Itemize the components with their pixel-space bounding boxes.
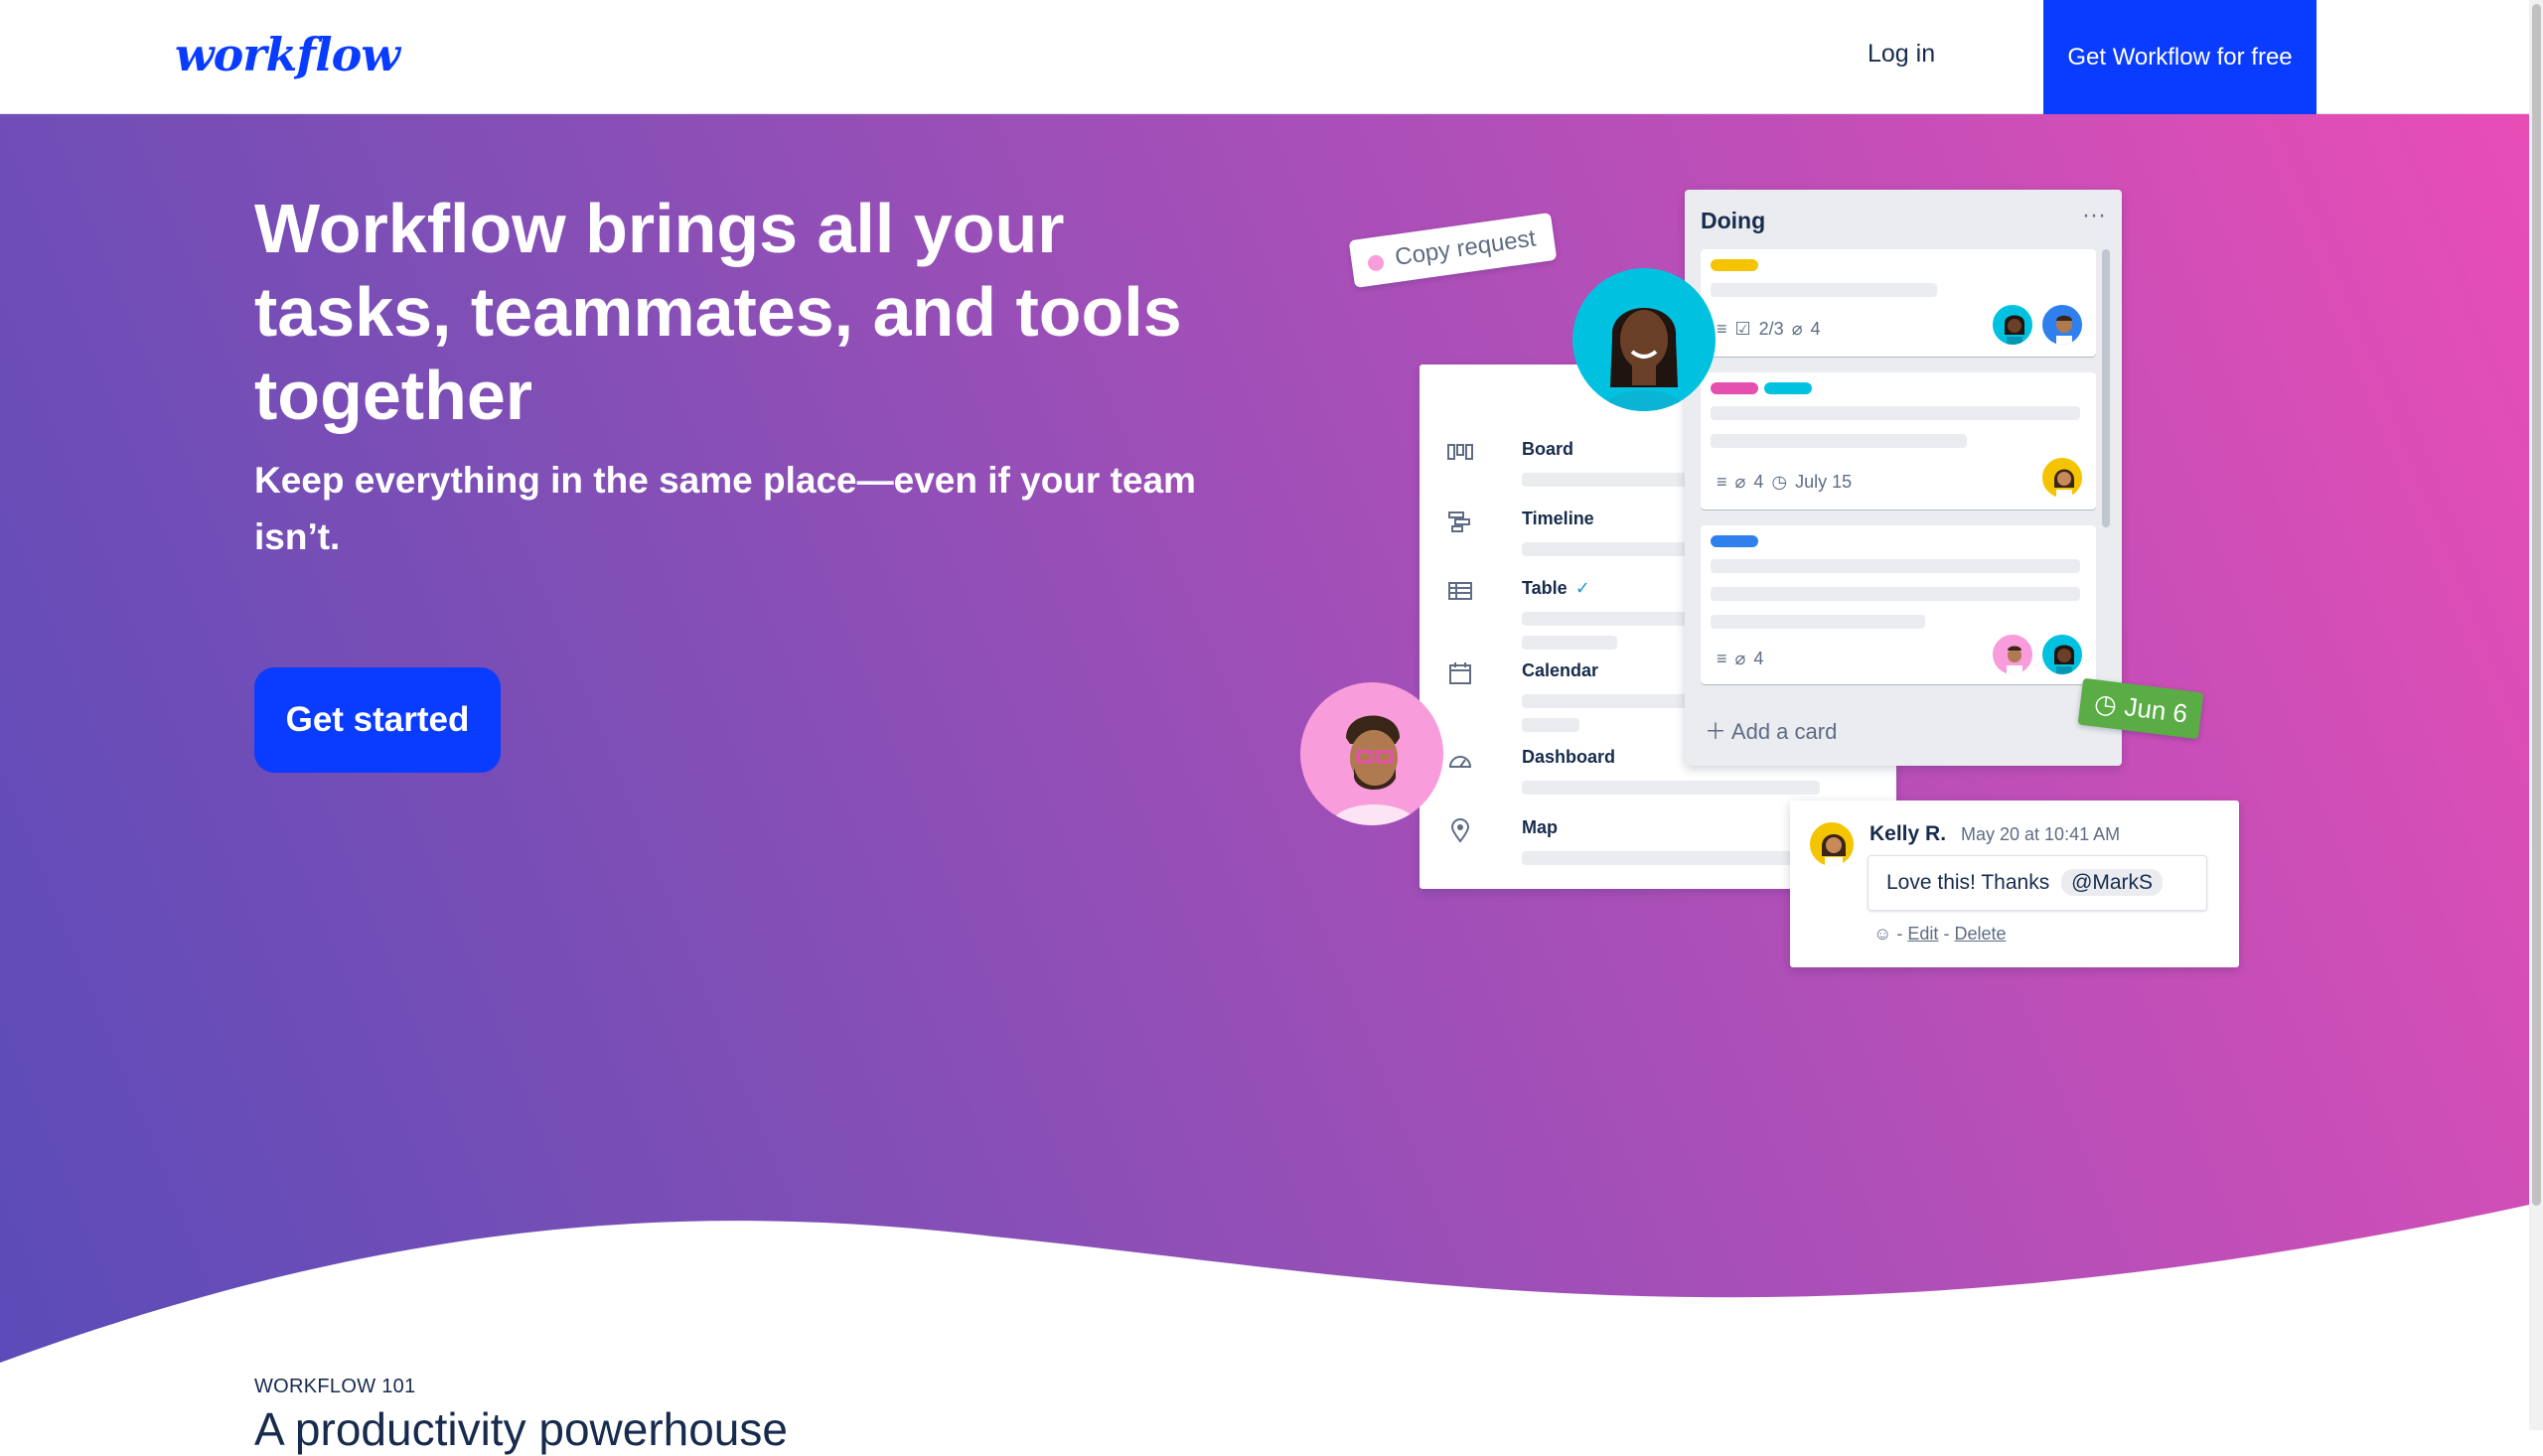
avatar[interactable] — [2040, 456, 2084, 500]
edit-comment-link[interactable]: Edit — [1907, 924, 1938, 944]
due-date-label: Jun 6 — [2123, 691, 2189, 729]
placeholder-bar — [1711, 406, 2080, 420]
avatar[interactable] — [2040, 633, 2084, 676]
emoji-reaction-icon[interactable]: ☺ — [1873, 924, 1891, 944]
due-date: July 15 — [1795, 472, 1853, 492]
clock-icon: ◷ — [1771, 472, 1788, 492]
label-pink — [1711, 382, 1758, 394]
placeholder-bar — [1522, 542, 1711, 556]
view-label: Timeline — [1522, 509, 1594, 528]
attachment-icon: ⌀ — [1734, 472, 1746, 492]
site-header: workflow Log in Get Workflow for free — [0, 0, 2543, 114]
card-badges: ≡ ⌀ 4 ◷ July 15 — [1717, 472, 1852, 493]
placeholder-bar — [1522, 636, 1617, 650]
doing-list: Doing ··· ≡ ☑ 2/3 ⌀ 4 ≡ ⌀ 4 ◷ July 15 ≡ … — [1685, 190, 2122, 766]
attachment-icon: ⌀ — [1734, 649, 1746, 668]
placeholder-bar — [1711, 615, 1925, 629]
comment-text: Love this! Thanks @MarkS — [1886, 869, 2164, 896]
view-label-text: Table — [1522, 578, 1568, 598]
placeholder-bar — [1711, 587, 2080, 601]
placeholder-bar — [1711, 283, 1937, 297]
placeholder-bar — [1522, 851, 1820, 865]
avatar[interactable] — [2040, 303, 2084, 347]
section-kicker: WORKFLOW 101 — [254, 1376, 416, 1397]
attachment-count: 4 — [1753, 649, 1764, 668]
board-icon — [1447, 439, 1473, 465]
checklist-count: 2/3 — [1758, 319, 1784, 339]
card[interactable]: ≡ ⌀ 4 ◷ July 15 — [1701, 372, 2096, 510]
placeholder-bar — [1711, 434, 1967, 448]
dashboard-icon — [1447, 747, 1473, 773]
description-icon: ≡ — [1717, 472, 1727, 492]
hero-headline: Workflow brings all your tasks, teammate… — [254, 190, 1182, 434]
list-scrollbar[interactable] — [2102, 249, 2110, 527]
card[interactable]: ≡ ☑ 2/3 ⌀ 4 — [1701, 249, 2096, 357]
placeholder-bar — [1522, 781, 1820, 795]
teammate-avatar-man — [1300, 682, 1443, 825]
attachment-icon: ⌀ — [1791, 319, 1803, 339]
description-icon: ≡ — [1717, 649, 1727, 668]
teammate-avatar-woman — [1572, 268, 1716, 411]
comment-body: Love this! Thanks @MarkS — [1868, 855, 2207, 911]
checklist-icon: ☑ — [1734, 319, 1751, 339]
timeline-icon — [1447, 509, 1473, 534]
card-badges: ≡ ☑ 2/3 ⌀ 4 — [1717, 319, 1821, 340]
card[interactable]: ≡ ⌀ 4 — [1701, 525, 2096, 684]
comment-actions: ☺ - Edit - Delete — [1873, 924, 2006, 945]
calendar-icon — [1447, 660, 1473, 686]
hero-subhead: Keep everything in the same place—even i… — [254, 460, 1196, 557]
more-icon[interactable]: ··· — [2082, 202, 2106, 229]
placeholder-bar — [1711, 559, 2080, 573]
comment-message: Love this! Thanks — [1886, 871, 2050, 894]
view-label: Calendar — [1522, 660, 1599, 680]
copy-request-label: Copy request — [1393, 224, 1538, 271]
map-pin-icon — [1447, 817, 1473, 843]
check-icon: ✓ — [1574, 578, 1590, 598]
view-label: Board — [1522, 439, 1574, 459]
add-card-label: Add a card — [1730, 719, 1838, 744]
table-icon — [1447, 578, 1473, 604]
action-separator: - — [1943, 924, 1955, 944]
workflow-logo[interactable]: workflow — [175, 28, 400, 81]
label-yellow — [1711, 259, 1758, 271]
hero-section: Workflow brings all your tasks, teammate… — [0, 114, 2529, 1430]
get-started-button[interactable]: Get started — [254, 667, 501, 773]
action-separator: - — [1896, 924, 1908, 944]
avatar — [1808, 820, 1856, 868]
pink-dot-icon — [1367, 253, 1386, 272]
page-scrollbar-thumb[interactable] — [2532, 4, 2541, 1206]
placeholder-bar — [1522, 473, 1711, 487]
placeholder-bar — [1522, 694, 1711, 708]
plus-icon: ＋ — [1705, 719, 1731, 744]
view-label: Dashboard — [1522, 747, 1616, 767]
login-link[interactable]: Log in — [1868, 40, 1935, 69]
add-card-button[interactable]: ＋ Add a card — [1705, 714, 1837, 746]
view-label: Map — [1522, 817, 1558, 837]
avatar[interactable] — [1991, 633, 2034, 676]
attachment-count: 4 — [1753, 472, 1764, 492]
label-cyan — [1764, 382, 1812, 394]
label-blue — [1711, 535, 1758, 547]
mention-chip[interactable]: @MarkS — [2061, 869, 2164, 896]
section-title: A productivity powerhouse — [254, 1403, 788, 1455]
placeholder-bar — [1522, 612, 1711, 626]
list-title: Doing — [1701, 208, 1766, 233]
attachment-count: 4 — [1810, 319, 1821, 339]
placeholder-bar — [1522, 718, 1579, 732]
card-badges: ≡ ⌀ 4 — [1717, 649, 1763, 669]
view-label: Table ✓ — [1522, 578, 1590, 599]
delete-comment-link[interactable]: Delete — [1954, 924, 2006, 944]
comment-panel: Kelly R. May 20 at 10:41 AM Love this! T… — [1790, 801, 2239, 967]
clock-icon: ◷ — [2092, 687, 2119, 720]
description-icon: ≡ — [1717, 319, 1727, 339]
comment-author: Kelly R. — [1870, 822, 1947, 845]
comment-timestamp: May 20 at 10:41 AM — [1961, 824, 2121, 844]
get-workflow-free-button[interactable]: Get Workflow for free — [2043, 0, 2317, 114]
avatar[interactable] — [1991, 303, 2034, 347]
